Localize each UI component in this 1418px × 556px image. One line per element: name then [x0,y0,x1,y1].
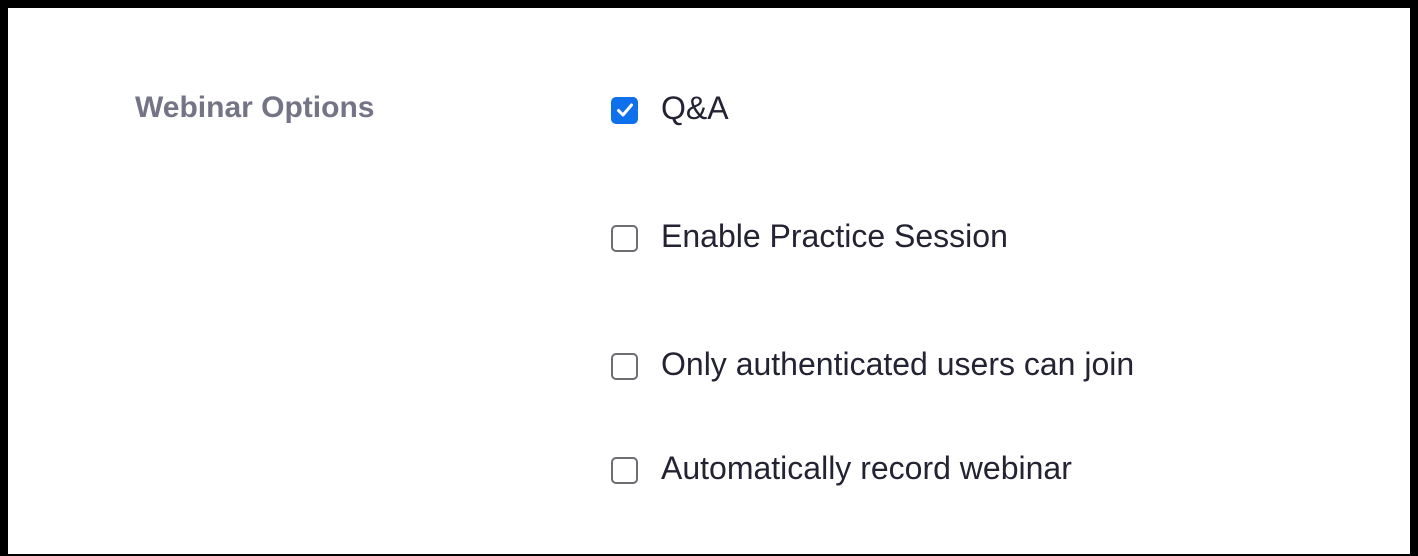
qa-option[interactable]: Q&A [611,88,729,128]
authenticated-users-only-label: Only authenticated users can join [661,346,1135,382]
enable-practice-session-label: Enable Practice Session [661,218,1008,254]
authenticated-users-only-option[interactable]: Only authenticated users can join [611,344,1134,384]
auto-record-webinar-checkbox[interactable] [611,456,638,484]
auto-record-webinar-option[interactable]: Automatically record webinar [611,448,1072,488]
webinar-options-label: Webinar Options [135,91,375,124]
enable-practice-session-option[interactable]: Enable Practice Session [611,216,1008,256]
settings-panel: Webinar Options Q&A Enable Practice Sess… [8,8,1410,554]
auto-record-webinar-label: Automatically record webinar [661,450,1072,486]
qa-checkbox[interactable] [611,96,638,124]
authenticated-users-only-checkbox[interactable] [611,352,638,380]
checkmark-icon [616,103,633,117]
qa-option-label: Q&A [661,90,729,126]
enable-practice-session-checkbox[interactable] [611,224,638,252]
